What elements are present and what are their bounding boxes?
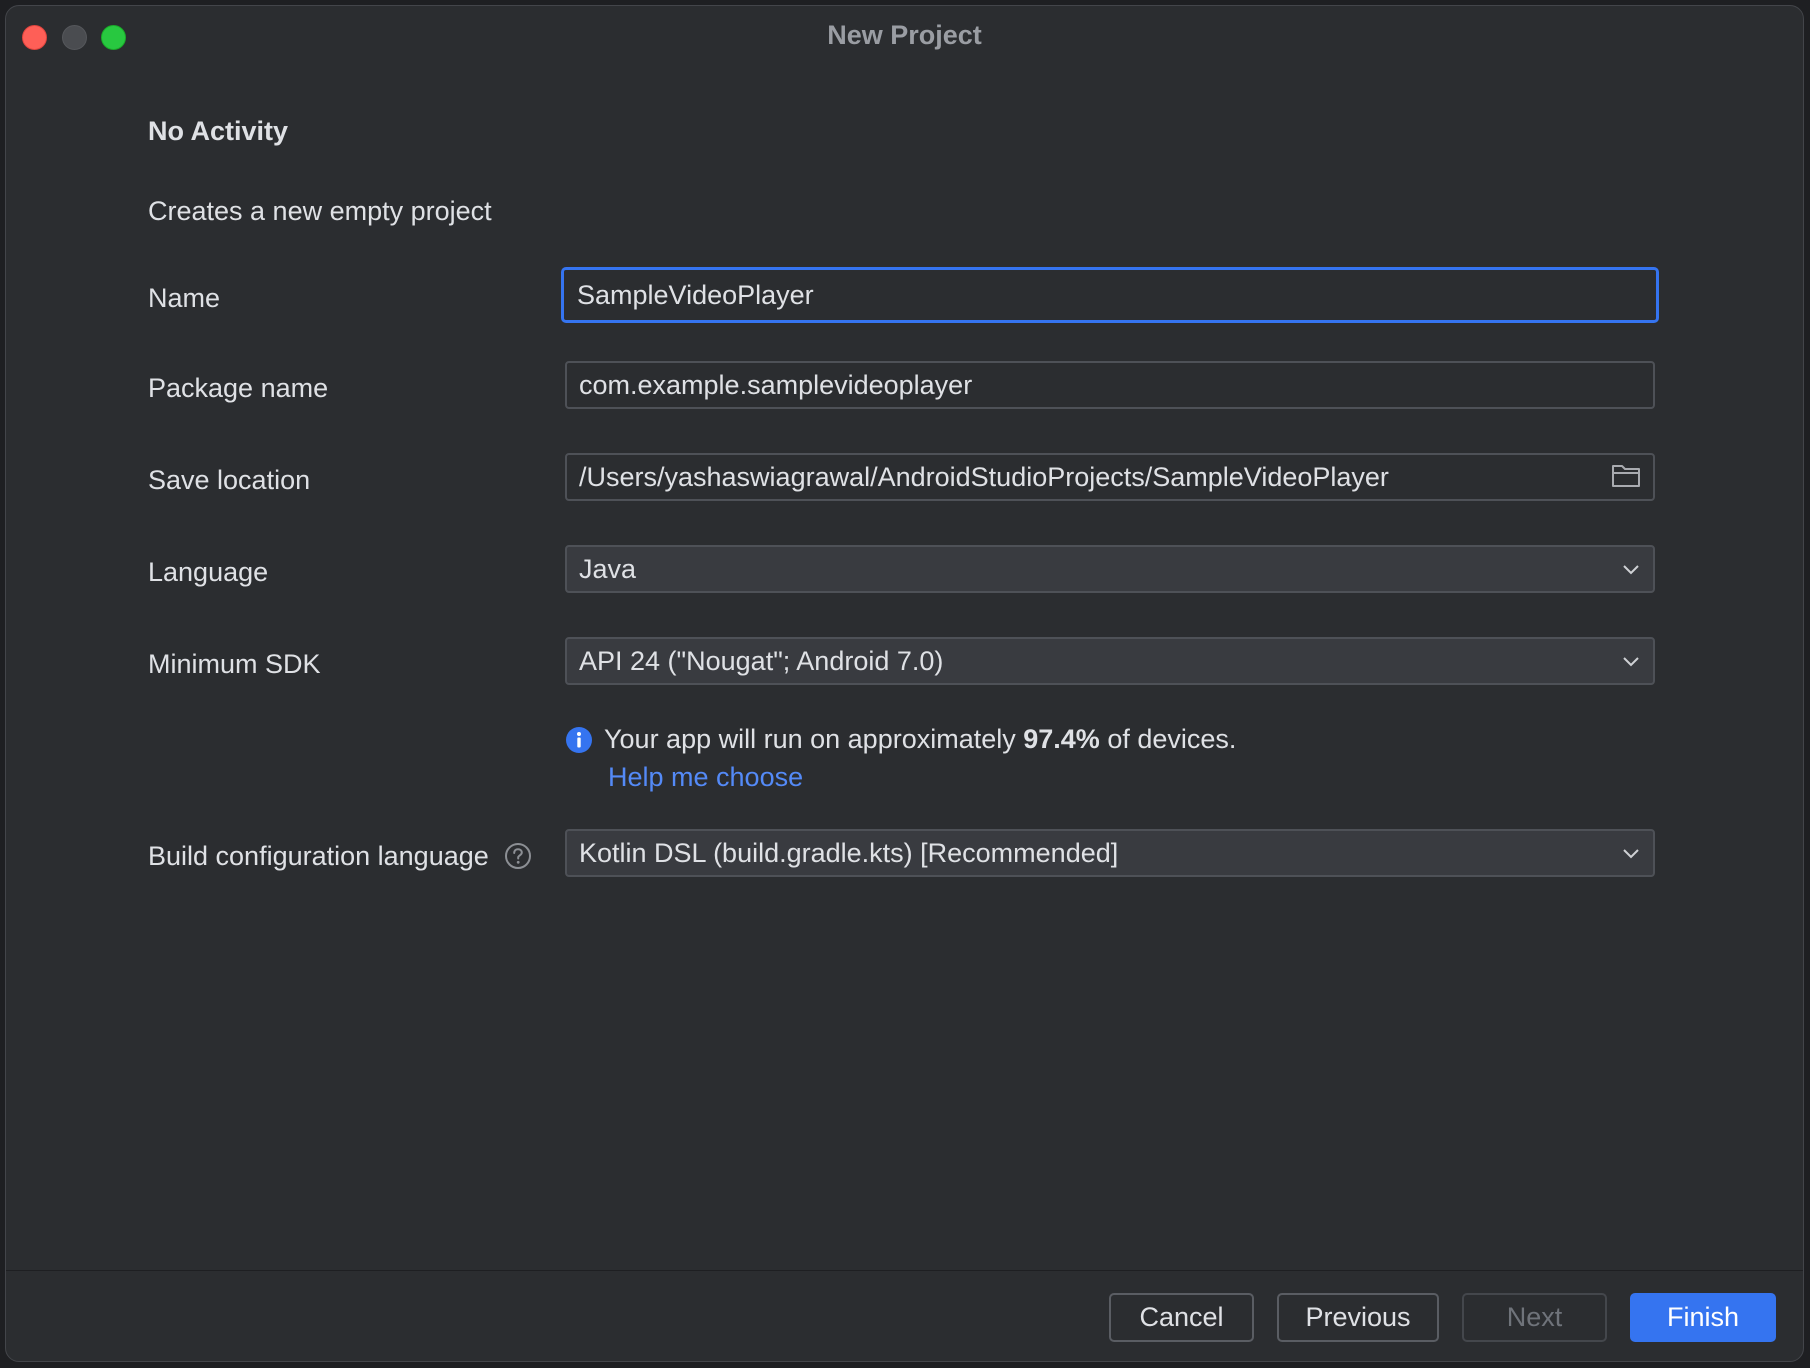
chevron-down-icon (1623, 849, 1639, 859)
language-selected-value: Java (579, 553, 637, 584)
package-name-label: Package name (148, 373, 329, 403)
title-bar: New Project (6, 6, 1803, 64)
minimum-sdk-label: Minimum SDK (148, 649, 321, 679)
sdk-coverage-info: Your app will run on approximately 97.4%… (565, 724, 1236, 755)
minimum-sdk-select[interactable]: API 24 ("Nougat"; Android 7.0) (565, 637, 1655, 685)
template-description: Creates a new empty project (148, 196, 492, 226)
save-location-input[interactable] (565, 453, 1655, 501)
sdk-coverage-percentage: 97.4% (1023, 724, 1100, 754)
chevron-down-icon (1623, 565, 1639, 575)
build-config-label-row: Build configuration language (148, 841, 532, 872)
minimum-sdk-selected-value: API 24 ("Nougat"; Android 7.0) (579, 645, 944, 676)
question-mark-icon[interactable] (504, 842, 532, 870)
footer-divider (6, 1270, 1803, 1271)
finish-button[interactable]: Finish (1630, 1293, 1776, 1342)
name-input[interactable] (561, 267, 1659, 323)
help-me-choose-link[interactable]: Help me choose (608, 762, 803, 793)
previous-button[interactable]: Previous (1277, 1293, 1439, 1342)
build-config-selected-value: Kotlin DSL (build.gradle.kts) [Recommend… (579, 837, 1119, 868)
sdk-info-suffix: of devices. (1099, 724, 1237, 754)
next-button[interactable]: Next (1462, 1293, 1607, 1342)
save-location-wrapper (565, 453, 1655, 501)
build-config-select[interactable]: Kotlin DSL (build.gradle.kts) [Recommend… (565, 829, 1655, 877)
name-label: Name (148, 283, 221, 313)
sdk-info-prefix: Your app will run on approximately (604, 724, 1024, 754)
chevron-down-icon (1623, 657, 1639, 667)
save-location-label: Save location (148, 465, 311, 495)
language-label: Language (148, 557, 269, 587)
build-config-label: Build configuration language (148, 841, 489, 871)
cancel-button[interactable]: Cancel (1109, 1293, 1254, 1342)
package-name-input[interactable] (565, 361, 1655, 409)
new-project-dialog: New Project No Activity Creates a new em… (5, 5, 1804, 1362)
language-select[interactable]: Java (565, 545, 1655, 593)
folder-icon[interactable] (1611, 462, 1641, 488)
info-icon (566, 726, 592, 753)
template-heading: No Activity (148, 116, 289, 146)
window-title: New Project (827, 20, 982, 50)
